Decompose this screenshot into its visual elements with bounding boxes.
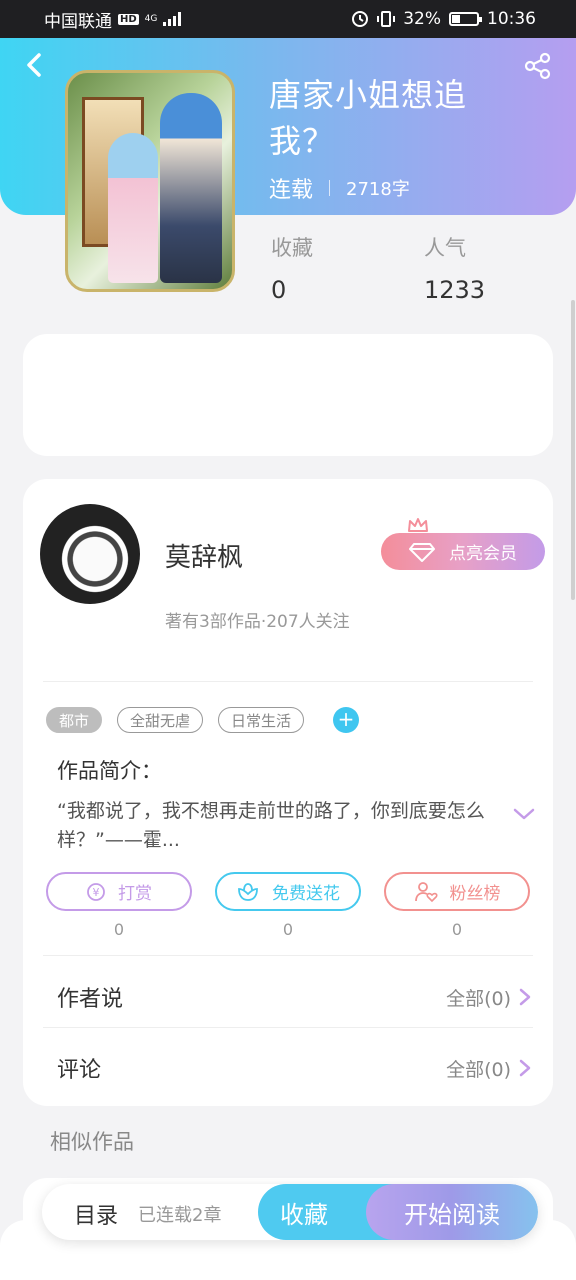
user-heart-icon <box>414 881 438 902</box>
author-info: 著有3部作品·207人关注 <box>165 612 350 632</box>
diamond-icon <box>409 542 435 562</box>
stat-value: 1233 <box>424 276 486 304</box>
divider <box>43 681 533 682</box>
crown-icon <box>408 518 428 532</box>
author-notes-count: 全部(0) <box>446 987 511 1010</box>
stat-popularity: 人气 1233 <box>424 232 485 304</box>
carrier-label: 中国联通 <box>44 11 112 32</box>
divider <box>43 1027 533 1028</box>
tip-button[interactable]: ¥ 打赏 <box>46 872 192 911</box>
toc-button[interactable]: 目录 <box>74 1198 118 1230</box>
fan-ranking-count: 0 <box>451 920 463 939</box>
vip-button-label: 点亮会员 <box>449 544 517 564</box>
intro-text: “我都说了，我不想再走前世的路了，你到底要怎么样？”——霍... <box>57 800 485 851</box>
tag-chip[interactable]: 日常生活 <box>218 707 305 733</box>
vibrate-icon <box>377 11 396 27</box>
start-reading-button[interactable]: 开始阅读 <box>366 1184 538 1240</box>
comments-row[interactable]: 评论 全部(0) <box>57 1046 531 1090</box>
battery-icon <box>449 12 482 26</box>
comments-count: 全部(0) <box>446 1058 511 1081</box>
flower-count: 0 <box>282 920 294 939</box>
network-label: 4G <box>144 13 158 24</box>
chevron-right-icon <box>519 1059 531 1077</box>
bottom-action-bar: 目录 已连载2章 收藏 开始阅读 <box>42 1184 538 1240</box>
chevron-right-icon <box>519 988 531 1006</box>
cover-character-art <box>108 133 158 283</box>
back-icon[interactable] <box>22 52 46 78</box>
similar-works-title: 相似作品 <box>50 1130 134 1154</box>
chapter-count[interactable]: 已连载2章 <box>138 1201 221 1227</box>
book-meta: 连载 2718字 <box>269 172 410 204</box>
author-avatar[interactable] <box>40 504 140 604</box>
hd-icon: HD <box>118 13 139 25</box>
tag-list: 都市 全甜无虐 日常生活 + <box>46 707 360 733</box>
alarm-icon <box>352 11 369 27</box>
chevron-down-icon[interactable] <box>513 807 535 821</box>
intro-title: 作品简介： <box>57 759 162 783</box>
book-cover-image[interactable] <box>65 70 235 292</box>
serial-status: 连载 <box>269 178 314 203</box>
meta-divider <box>329 180 331 196</box>
scrollbar[interactable] <box>571 300 575 600</box>
fan-ranking-label: 粉丝榜 <box>449 884 501 904</box>
empty-card <box>23 334 553 456</box>
tip-label: 打赏 <box>118 884 152 904</box>
book-title: 唐家小姐想追我？ <box>269 76 468 160</box>
author-name[interactable]: 莫辞枫 <box>165 537 243 574</box>
author-notes-label: 作者说 <box>57 987 124 1012</box>
tip-count: 0 <box>113 920 125 939</box>
flower-icon <box>238 882 258 901</box>
flower-label: 免费送花 <box>272 884 340 904</box>
tag-chip[interactable]: 都市 <box>46 707 103 733</box>
stat-label: 人气 <box>424 236 466 260</box>
divider <box>43 955 533 956</box>
author-notes-row[interactable]: 作者说 全部(0) <box>57 975 531 1019</box>
add-tag-button[interactable]: + <box>333 707 360 733</box>
tag-chip[interactable]: 全甜无虐 <box>117 707 204 733</box>
coin-icon: ¥ <box>87 882 105 901</box>
status-bar: 中国联通 HD 4G 32% 10:36 <box>0 0 576 38</box>
vip-button[interactable]: 点亮会员 <box>381 533 545 570</box>
send-flower-button[interactable]: 免费送花 <box>215 872 361 911</box>
svg-text:¥: ¥ <box>93 886 100 899</box>
stat-favorites: 收藏 0 <box>271 232 313 304</box>
share-icon[interactable] <box>524 52 552 80</box>
cover-character-art <box>160 93 222 283</box>
word-count: 2718字 <box>346 179 410 200</box>
stat-label: 收藏 <box>271 236 313 260</box>
signal-icon <box>163 12 182 26</box>
book-detail-card: 莫辞枫 著有3部作品·207人关注 点亮会员 都市 全甜无虐 日常生活 + 作品… <box>23 479 553 1106</box>
stat-value: 0 <box>271 276 287 304</box>
comments-label: 评论 <box>57 1058 102 1083</box>
clock: 10:36 <box>487 9 536 29</box>
battery-percent: 32% <box>403 9 441 29</box>
fan-ranking-button[interactable]: 粉丝榜 <box>384 872 530 911</box>
